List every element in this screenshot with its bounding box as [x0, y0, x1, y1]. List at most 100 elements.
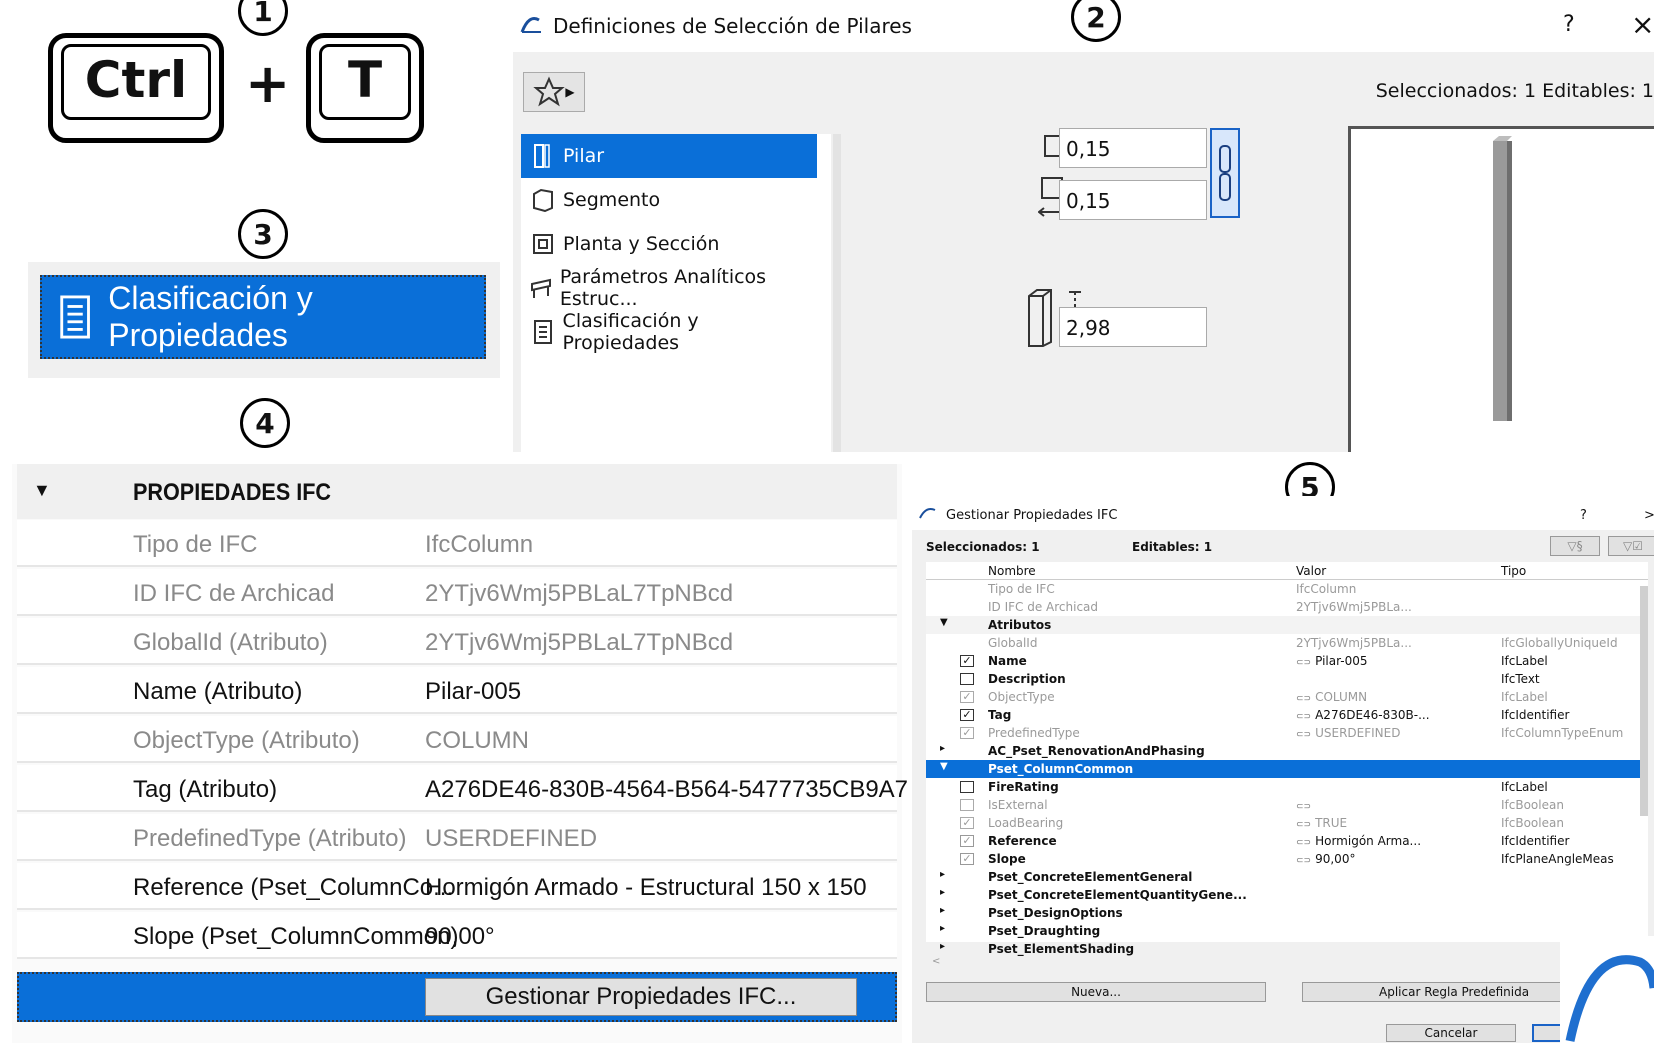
- expand-arrow-icon[interactable]: ▸: [940, 743, 945, 754]
- row-type: IfcPlaneAngleMeas: [1501, 852, 1614, 866]
- tree-row: IsExternal ⊂⊃ IfcBoolean: [926, 796, 1648, 814]
- row-type: IfcLabel: [1501, 654, 1548, 668]
- expand-arrow-icon[interactable]: ▸: [940, 869, 945, 880]
- row-value: COLUMN: [1315, 690, 1368, 704]
- checkbox-checked-icon[interactable]: ✓: [960, 853, 974, 865]
- checkbox-checked-icon: ✓: [960, 817, 974, 829]
- property-row[interactable]: Slope (Pset_ColumnCommon) 90,00°: [17, 912, 897, 959]
- tree-group-row[interactable]: ▼ Atributos: [926, 616, 1648, 634]
- ifc-section-header[interactable]: ▼ PROPIEDADES IFC: [17, 464, 897, 519]
- filter-button[interactable]: ▽§: [1550, 536, 1600, 556]
- property-name: Slope (Pset_ColumnCommon): [133, 923, 459, 950]
- archicad-logo-icon: [919, 508, 936, 519]
- height-input[interactable]: 2,98: [1059, 307, 1207, 347]
- checkbox-checked-icon[interactable]: ✓: [960, 835, 974, 847]
- tree-group-row[interactable]: ▸ AC_Pset_RenovationAndPhasing: [926, 742, 1648, 760]
- row-value: USERDEFINED: [1315, 726, 1401, 740]
- checkbox-checked-icon[interactable]: ✓: [960, 709, 974, 721]
- row-name: FireRating: [988, 780, 1059, 794]
- nav-item-segmento[interactable]: Segmento: [521, 178, 817, 222]
- row-name: Pset_ColumnCommon: [988, 762, 1134, 776]
- expand-arrow-icon[interactable]: ▸: [940, 923, 945, 934]
- tree-row[interactable]: ✓ Slope ⊂⊃ 90,00° IfcPlaneAngleMeas: [926, 850, 1648, 868]
- tree-group-row[interactable]: ▸ Pset_ElementShading: [926, 940, 1648, 958]
- scroll-left-icon[interactable]: <: [932, 956, 940, 967]
- document-list-icon: [529, 318, 557, 346]
- filter-options-button[interactable]: ▽☑: [1608, 536, 1654, 556]
- close-button[interactable]: ×: [1631, 8, 1654, 41]
- nav-item-clasificacion[interactable]: Clasificación y Propiedades: [521, 310, 817, 354]
- nav-item-analiticos[interactable]: Parámetros Analíticos Estruc...: [521, 266, 817, 310]
- row-value[interactable]: A276DE46-830B-...: [1315, 708, 1429, 722]
- ifc-close-button[interactable]: >: [1644, 508, 1654, 523]
- width-input[interactable]: 0,15: [1059, 128, 1207, 168]
- favorites-button[interactable]: ▶: [523, 72, 585, 112]
- checkbox-unchecked-icon[interactable]: [960, 781, 974, 793]
- expand-arrow-icon[interactable]: ▸: [940, 887, 945, 898]
- tree-group-row[interactable]: ▸ Pset_ConcreteElementGeneral: [926, 868, 1648, 886]
- link-icon: ⊂⊃: [1296, 658, 1312, 668]
- ctrl-key-icon: Ctrl: [48, 33, 224, 143]
- column-selection-dialog: Definiciones de Selección de Pilares ? ×…: [513, 0, 1654, 452]
- list-splitter[interactable]: [833, 134, 841, 452]
- property-row: GlobalId (Atributo) 2YTjv6Wmj5PBLaL7TpNBc…: [17, 618, 897, 665]
- tree-row[interactable]: ✓ Reference ⊂⊃ Hormigón Arma... IfcIdentifie…: [926, 832, 1648, 850]
- row-type: IfcText: [1501, 672, 1540, 686]
- row-value[interactable]: 90,00°: [1315, 852, 1355, 866]
- expand-arrow-icon[interactable]: ▸: [940, 905, 945, 916]
- property-value[interactable]: Pilar-005: [425, 678, 521, 706]
- row-type: IfcLabel: [1501, 690, 1548, 704]
- depth-input[interactable]: 0,15: [1059, 180, 1207, 220]
- link-icon: ⊂⊃: [1296, 694, 1312, 704]
- tree-group-row[interactable]: ▸ Pset_ConcreteElementQuantityGene...: [926, 886, 1648, 904]
- link-dimensions-button[interactable]: [1210, 128, 1240, 218]
- expand-arrow-icon[interactable]: ▸: [940, 941, 945, 952]
- property-name: Reference (Pset_ColumnCo...: [133, 874, 454, 901]
- tree-row[interactable]: Description IfcText: [926, 670, 1648, 688]
- tree-group-row-selected[interactable]: ▼ Pset_ColumnCommon: [926, 760, 1648, 778]
- step-3-badge: 3: [238, 209, 288, 259]
- property-value[interactable]: Hormigón Armado - Estructural 150 x 150: [425, 874, 867, 902]
- column-header-type[interactable]: Tipo: [1501, 564, 1526, 578]
- property-name: GlobalId (Atributo): [133, 629, 328, 656]
- tree-group-row[interactable]: ▸ Pset_DesignOptions: [926, 904, 1648, 922]
- nav-item-label: Parámetros Analíticos Estruc...: [559, 266, 767, 310]
- property-value[interactable]: 90,00°: [425, 923, 495, 951]
- property-value[interactable]: A276DE46-830B-4564-B564-5477735CB9A7: [425, 776, 908, 804]
- expand-arrow-icon[interactable]: ▼: [940, 761, 948, 772]
- new-button[interactable]: Nueva...: [926, 982, 1266, 1002]
- tree-row[interactable]: ✓ Tag ⊂⊃ A276DE46-830B-... IfcIdentifier: [926, 706, 1648, 724]
- checkbox-checked-icon[interactable]: ✓: [960, 655, 974, 667]
- tree-header: Nombre Valor Tipo: [926, 562, 1648, 580]
- manage-ifc-button[interactable]: Gestionar Propiedades IFC...: [425, 978, 857, 1016]
- property-row[interactable]: Reference (Pset_ColumnCo... Hormigón Arma…: [17, 863, 897, 910]
- tree-row[interactable]: ✓ Name ⊂⊃ Pilar-005 IfcLabel: [926, 652, 1648, 670]
- t-key-label: T: [347, 51, 383, 109]
- nav-item-label: Segmento: [563, 189, 661, 211]
- row-name: Description: [988, 672, 1066, 686]
- property-row[interactable]: Tag (Atributo) A276DE46-830B-4564-B564-54…: [17, 765, 908, 812]
- collapse-arrow-icon[interactable]: ▼: [33, 480, 51, 501]
- vertical-scrollbar[interactable]: [1640, 586, 1648, 816]
- tree-group-row[interactable]: ▸ Pset_Draughting: [926, 922, 1648, 940]
- column-header-value[interactable]: Valor: [1296, 564, 1326, 578]
- row-value[interactable]: Pilar-005: [1315, 654, 1367, 668]
- tree-row[interactable]: FireRating IfcLabel: [926, 778, 1648, 796]
- nav-item-planta[interactable]: Planta y Sección: [521, 222, 817, 266]
- link-icon: ⊂⊃: [1296, 712, 1312, 722]
- segment-icon: [529, 186, 557, 214]
- property-value: IfcColumn: [425, 531, 534, 558]
- star-icon: [533, 76, 566, 107]
- property-row[interactable]: Name (Atributo) Pilar-005: [17, 667, 897, 714]
- ifc-help-button[interactable]: ?: [1580, 508, 1587, 523]
- row-value[interactable]: Hormigón Arma...: [1315, 834, 1421, 848]
- classif-props-button[interactable]: Clasificación y Propiedades: [40, 275, 486, 359]
- help-button[interactable]: ?: [1563, 12, 1575, 37]
- category-list: Pilar Segmento Planta y Sección Parámetr…: [521, 134, 831, 452]
- link-icon: ⊂⊃: [1296, 802, 1312, 812]
- column-header-name[interactable]: Nombre: [988, 564, 1036, 578]
- checkbox-unchecked-icon[interactable]: [960, 673, 974, 685]
- nav-item-pilar[interactable]: Pilar: [521, 134, 817, 178]
- expand-arrow-icon[interactable]: ▼: [940, 617, 948, 628]
- cancel-button[interactable]: Cancelar: [1386, 1024, 1516, 1042]
